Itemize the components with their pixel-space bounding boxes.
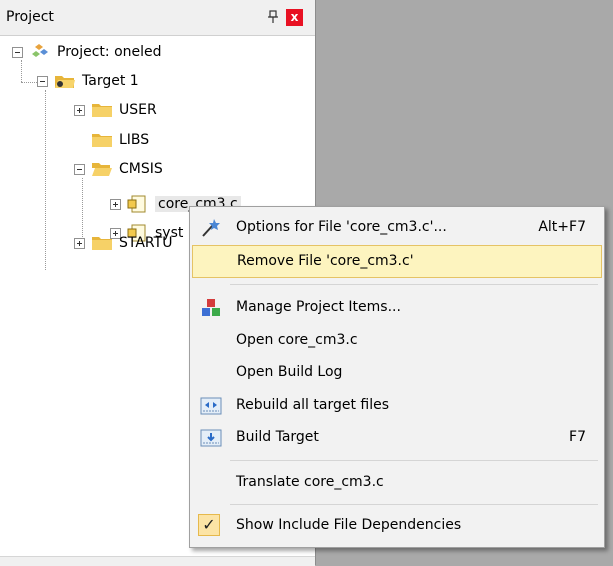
tree-label-user: USER <box>119 102 157 118</box>
tree-item-startup[interactable]: STARTU <box>74 229 172 257</box>
menu-label-options: Options for File 'core_cm3.c'... <box>236 219 447 235</box>
pin-icon[interactable] <box>266 10 280 24</box>
menu-label-translate: Translate core_cm3.c <box>236 474 384 490</box>
checkmark-icon: ✓ <box>198 514 220 536</box>
expand-icon[interactable] <box>74 237 85 249</box>
panel-header: Project x <box>0 0 315 36</box>
c-file-icon <box>127 195 146 213</box>
tree-item-cmsis[interactable]: CMSIS <box>74 155 163 183</box>
menu-item-show-dependencies[interactable]: ✓ Show Include File Dependencies <box>190 509 604 542</box>
menu-separator <box>230 284 598 285</box>
collapse-icon[interactable] <box>74 163 85 175</box>
build-icon <box>200 429 222 447</box>
menu-item-options[interactable]: Options for File 'core_cm3.c'... Alt+F7 <box>190 211 604 244</box>
expand-icon[interactable] <box>110 198 121 210</box>
menu-separator <box>230 460 598 461</box>
tree-line <box>45 90 46 270</box>
tree-label-cmsis: CMSIS <box>119 161 163 177</box>
close-button[interactable]: x <box>286 9 303 26</box>
menu-label-build-log: Open Build Log <box>236 364 343 380</box>
tree-item-target[interactable]: Target 1 <box>37 67 139 95</box>
expand-icon[interactable] <box>74 104 85 116</box>
collapse-icon[interactable] <box>12 46 23 58</box>
open-folder-icon <box>92 163 112 176</box>
tree-item-project[interactable]: Project: oneled <box>12 38 162 66</box>
panel-title: Project <box>6 9 54 25</box>
menu-item-manage[interactable]: Manage Project Items... <box>190 291 604 324</box>
menu-item-build-log[interactable]: Open Build Log <box>190 356 604 389</box>
target-folder-icon <box>55 76 75 88</box>
menu-label-manage: Manage Project Items... <box>236 299 401 315</box>
menu-shortcut-build-target: F7 <box>569 429 586 445</box>
menu-label-build-target: Build Target <box>236 429 319 445</box>
folder-icon <box>92 134 112 147</box>
menu-label-rebuild: Rebuild all target files <box>236 397 390 413</box>
close-icon: x <box>290 10 299 24</box>
menu-item-open[interactable]: Open core_cm3.c <box>190 324 604 357</box>
tree-label-libs: LIBS <box>119 132 150 148</box>
options-wand-icon <box>202 219 220 237</box>
menu-separator <box>230 504 598 505</box>
menu-label-open: Open core_cm3.c <box>236 332 358 348</box>
collapse-icon[interactable] <box>37 75 48 87</box>
tree-item-user[interactable]: USER <box>74 96 157 124</box>
tree-item-libs[interactable]: LIBS <box>91 126 149 154</box>
menu-label-show-deps: Show Include File Dependencies <box>236 517 462 533</box>
folder-icon <box>92 237 112 250</box>
menu-shortcut-options: Alt+F7 <box>538 219 586 235</box>
menu-item-rebuild[interactable]: Rebuild all target files <box>190 389 604 422</box>
menu-item-build-target[interactable]: Build Target F7 <box>190 421 604 454</box>
tree-label-target: Target 1 <box>82 73 139 89</box>
tree-label-startup: STARTU <box>119 235 173 251</box>
tree-label-project: Project: oneled <box>57 44 162 60</box>
context-menu: Options for File 'core_cm3.c'... Alt+F7 … <box>189 206 605 548</box>
rebuild-icon <box>200 397 222 415</box>
folder-icon <box>92 104 112 117</box>
menu-label-remove: Remove File 'core_cm3.c' <box>237 253 414 269</box>
project-icon <box>32 44 48 57</box>
manage-items-icon <box>202 299 220 316</box>
menu-item-remove-file[interactable]: Remove File 'core_cm3.c' <box>192 245 602 278</box>
menu-item-translate[interactable]: Translate core_cm3.c <box>190 466 604 499</box>
tree-line <box>21 82 37 83</box>
